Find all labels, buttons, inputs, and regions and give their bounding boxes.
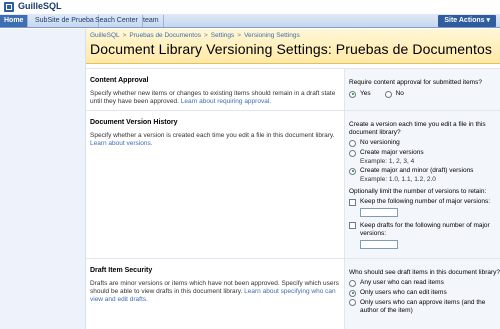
page-title: Document Library Versioning Settings: Pr… [90, 41, 493, 57]
content-approval-title: Content Approval [90, 77, 149, 84]
version-history-title: Document Version History [90, 119, 178, 126]
site-title[interactable]: GuilleSQL [18, 1, 62, 12]
sharepoint-logo-icon [4, 2, 14, 12]
approval-yes-label: Yes [360, 90, 371, 97]
draft-security-section: Draft Item Security Drafts are minor ver… [86, 258, 500, 329]
version-history-desc-text: Specify whether a version is created eac… [90, 132, 335, 139]
tab-subsite-de-prueba[interactable]: SubSite de Prueba [31, 15, 99, 27]
minor-example: Example: 1.0, 1.1, 1.2, 2.0 [360, 176, 436, 183]
top-nav-bar: Home SubSite de Prueba Seach Center team… [0, 14, 500, 28]
draft-question: Who should see draft items in this docum… [349, 269, 500, 276]
keep-major-input[interactable] [360, 208, 398, 217]
version-history-options: Create a version each time you edit a fi… [344, 111, 500, 258]
keep-drafts-input[interactable] [360, 240, 398, 249]
major-minor-versions-radio[interactable] [349, 167, 356, 175]
breadcrumb: GuilleSQL > Pruebas de Documentos > Settings… [90, 32, 300, 39]
editors-only-radio[interactable] [349, 289, 356, 297]
left-nav-panel [0, 29, 86, 329]
learn-approval-link[interactable]: Learn about requiring approval. [181, 98, 271, 105]
draft-security-desc: Drafts are minor versions or items which… [90, 280, 340, 304]
editors-only-label: Only users who can edit items [360, 289, 447, 296]
draft-security-options: Who should see draft items in this docum… [344, 259, 500, 329]
no-versioning-radio[interactable] [349, 139, 356, 147]
content-approval-question: Require content approval for submitted i… [349, 79, 482, 86]
tab-home[interactable]: Home [0, 15, 29, 27]
any-reader-radio[interactable] [349, 279, 356, 287]
major-example: Example: 1, 2, 3, 4 [360, 158, 415, 165]
breadcrumb-site[interactable]: GuilleSQL [90, 32, 120, 39]
breadcrumb-separator: > [122, 32, 127, 39]
major-versions-label: Create major versions [360, 149, 424, 156]
any-reader-label: Any user who can read items [360, 279, 444, 286]
draft-security-title: Draft Item Security [90, 267, 153, 274]
breadcrumb-separator: > [203, 32, 208, 39]
breadcrumb-separator: > [237, 32, 242, 39]
breadcrumb-library[interactable]: Pruebas de Documentos [129, 32, 201, 39]
approval-yes-radio[interactable] [349, 90, 356, 98]
approval-no-radio[interactable] [384, 90, 392, 98]
top-bar: GuilleSQL [0, 0, 500, 14]
tab-seach-center[interactable]: Seach Center [91, 15, 143, 27]
tab-team[interactable]: team [139, 15, 164, 27]
content-approval-options: Require content approval for submitted i… [344, 69, 500, 110]
content-approval-section: Content Approval Specify whether new ite… [86, 68, 500, 110]
approval-no-label: No [395, 90, 404, 97]
title-area: GuilleSQL > Pruebas de Documentos > Settings… [86, 29, 500, 64]
approvers-only-radio[interactable] [349, 299, 356, 306]
major-versions-radio[interactable] [349, 149, 356, 157]
no-versioning-label: No versioning [360, 139, 400, 146]
content-approval-desc: Specify whether new items or changes to … [90, 90, 340, 106]
breadcrumb-settings[interactable]: Settings [211, 32, 235, 39]
version-history-section: Document Version History Specify whether… [86, 110, 500, 258]
version-question: Create a version each time you edit a fi… [349, 121, 486, 136]
learn-versions-link[interactable]: Learn about versions. [90, 140, 153, 147]
approvers-only-label: Only users who can approve items (and th… [360, 299, 486, 314]
keep-drafts-checkbox[interactable] [349, 222, 356, 229]
version-history-desc: Specify whether a version is created eac… [90, 132, 340, 148]
breadcrumb-current: Versioning Settings [244, 32, 300, 39]
keep-major-label: Keep the following number of major versi… [360, 198, 491, 205]
limit-versions-question: Optionally limit the number of versions … [349, 188, 487, 195]
keep-major-checkbox[interactable] [349, 198, 356, 206]
site-actions-menu[interactable]: Site Actions ▾ [438, 15, 496, 27]
keep-drafts-label: Keep drafts for the following number of … [360, 222, 490, 237]
major-minor-versions-label: Create major and minor (draft) versions [360, 167, 474, 174]
